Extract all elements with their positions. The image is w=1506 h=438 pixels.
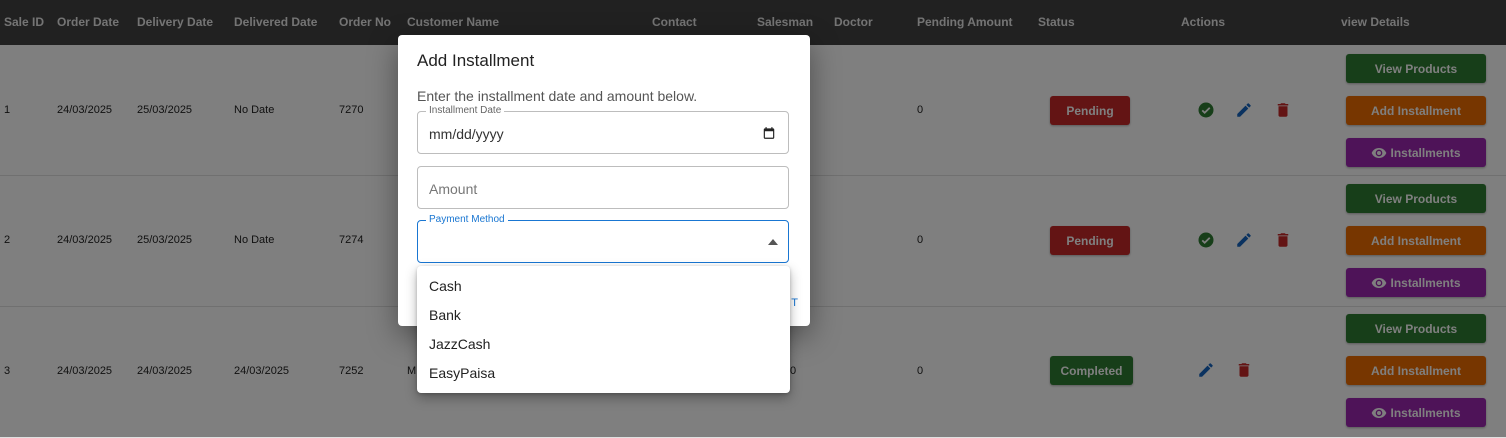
- menu-option-cash[interactable]: Cash: [429, 278, 462, 294]
- menu-option-easypaisa[interactable]: EasyPaisa: [429, 365, 495, 381]
- dialog-title: Add Installment: [417, 51, 535, 70]
- installment-date-field[interactable]: Installment Date mm/dd/yyyy: [417, 105, 789, 154]
- amount-field[interactable]: Amount: [417, 166, 789, 209]
- menu-option-jazzcash[interactable]: JazzCash: [429, 336, 490, 352]
- payment-method-menu: Cash Bank JazzCash EasyPaisa: [417, 266, 790, 393]
- dialog-description: Enter the installment date and amount be…: [417, 88, 698, 104]
- installment-date-label: Installment Date: [426, 105, 505, 117]
- amount-placeholder: Amount: [429, 181, 478, 197]
- payment-method-label: Payment Method: [426, 214, 508, 226]
- installment-date-value[interactable]: mm/dd/yyyy: [429, 126, 504, 142]
- payment-method-select[interactable]: Payment Method: [417, 214, 789, 263]
- dialog-action-hint[interactable]: T: [791, 297, 798, 309]
- menu-option-bank[interactable]: Bank: [429, 307, 461, 323]
- calendar-icon[interactable]: [762, 126, 776, 140]
- caret-up-icon[interactable]: [768, 239, 778, 245]
